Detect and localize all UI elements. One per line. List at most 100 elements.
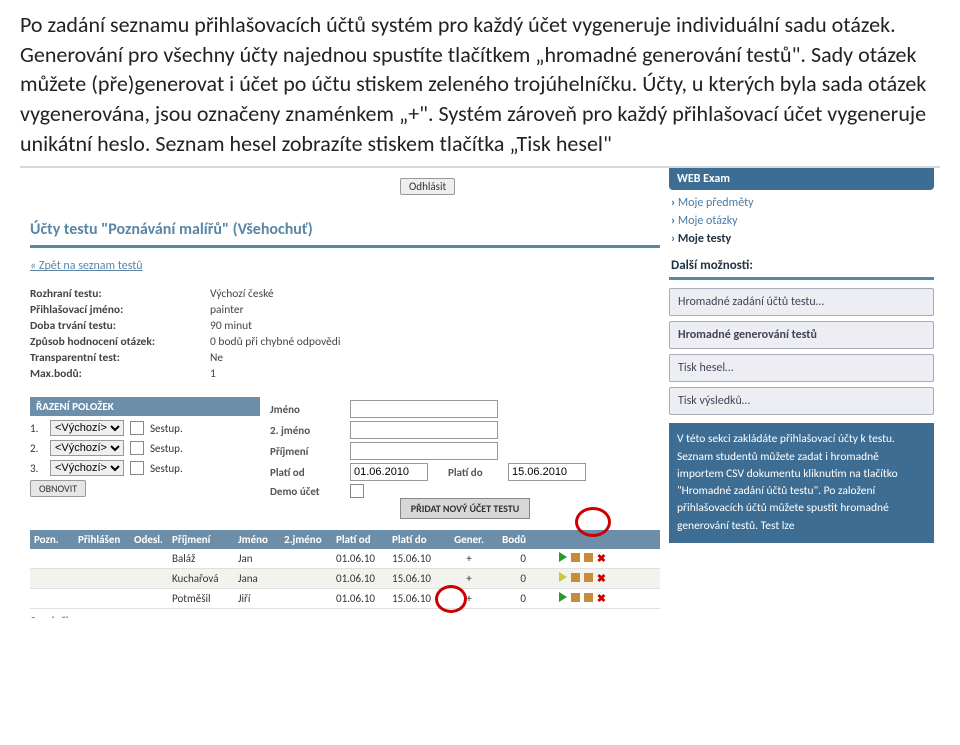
input-jmeno2[interactable]	[350, 421, 498, 439]
sidebar: WEB Exam › Moje předměty › Moje otázky ›…	[663, 168, 940, 543]
sort-desc-label: Sestup.	[150, 462, 183, 475]
cell-to: 15.06.10	[392, 572, 448, 585]
input-pdo[interactable]	[508, 463, 586, 481]
meta-key: Transparentní test:	[30, 351, 210, 365]
bulk-generate-button[interactable]: Hromadné generování testů	[669, 321, 934, 349]
refresh-button[interactable]: OBNOVIT	[30, 480, 86, 497]
meta-key: Rozhraní testu:	[30, 287, 210, 301]
meta-block: Rozhraní testu:Výchozí české Přihlašovac…	[30, 287, 660, 381]
input-jmeno[interactable]	[350, 400, 498, 418]
th-bod: Bodů	[490, 533, 526, 546]
sidebar-header: WEB Exam	[669, 168, 934, 190]
screenshot-area: Odhlásit Účty testu "Poznávání malířů" (…	[20, 166, 940, 618]
sidebar-link-tests[interactable]: › Moje testy	[669, 230, 934, 248]
sort-num: 2.	[30, 442, 44, 455]
meta-val: painter	[210, 303, 244, 317]
sort-desc-check-3[interactable]	[130, 461, 144, 475]
print-passwords-button[interactable]: Tisk hesel…	[669, 354, 934, 382]
table-row: Potměšil Jiří 01.06.10 15.06.10 + 0 ✖	[30, 589, 660, 609]
lbl-pod: Platí od	[270, 466, 350, 479]
cell-surname: Baláž	[172, 552, 238, 565]
note-icon[interactable]	[584, 573, 593, 582]
cell-from: 01.06.10	[336, 592, 392, 605]
th-pdo: Platí do	[392, 533, 448, 546]
sidebar-info: V této sekci zakládáte přihlašovací účty…	[669, 423, 934, 543]
sidebar-subtitle: Další možnosti:	[671, 258, 934, 273]
sort-panel: ŘAZENÍ POLOŽEK 1.<Výchozí>Sestup. 2.<Výc…	[30, 397, 260, 516]
back-link[interactable]: « Zpět na seznam testů	[30, 259, 143, 273]
edit-icon[interactable]	[571, 593, 580, 602]
th-ode: Odesl.	[134, 533, 172, 546]
cell-score: 0	[490, 572, 526, 585]
cell-name: Jiří	[238, 592, 284, 605]
bulk-accounts-button[interactable]: Hromadné zadání účtů testu…	[669, 288, 934, 316]
sort-num: 3.	[30, 462, 44, 475]
cell-from: 01.06.10	[336, 572, 392, 585]
print-results-button[interactable]: Tisk výsledků…	[669, 387, 934, 415]
meta-val: 1	[210, 367, 216, 381]
table-row: Baláž Jan 01.06.10 15.06.10 + 0 ✖	[30, 549, 660, 569]
generate-icon[interactable]	[559, 572, 567, 582]
cell-name: Jan	[238, 552, 284, 565]
th-jm: Jméno	[238, 533, 284, 546]
cell-gen: +	[448, 572, 490, 585]
sidebar-link-questions[interactable]: › Moje otázky	[669, 212, 934, 230]
generate-icon[interactable]	[559, 592, 567, 602]
delete-icon[interactable]: ✖	[597, 572, 606, 585]
meta-key: Max.bodů:	[30, 367, 210, 381]
lbl-demo: Demo účet	[270, 485, 350, 498]
note-icon[interactable]	[584, 593, 593, 602]
add-account-button[interactable]: PŘIDAT NOVÝ ÚČET TESTU	[400, 498, 530, 519]
divider	[669, 277, 934, 280]
input-prij[interactable]	[350, 442, 498, 460]
note-icon[interactable]	[584, 553, 593, 562]
cell-score: 0	[490, 592, 526, 605]
th-pod: Platí od	[336, 533, 392, 546]
doc-paragraph: Po zadání seznamu přihlašovacích účtů sy…	[20, 10, 940, 158]
sort-select-1[interactable]: <Výchozí>	[50, 420, 124, 436]
highlight-circle-icon	[435, 585, 467, 613]
meta-key: Způsob hodnocení otázek:	[30, 335, 210, 349]
main-panel: Účty testu "Poznávání malířů" (Všehochuť…	[20, 168, 660, 618]
cell-surname: Kuchařová	[172, 572, 238, 585]
table-header: Pozn. Přihlášen Odesl. Příjmení Jméno 2.…	[30, 530, 660, 549]
cell-name: Jana	[238, 572, 284, 585]
th-gen: Gener.	[448, 533, 490, 546]
cell-surname: Potměšil	[172, 592, 238, 605]
th-sur: Příjmení	[172, 533, 238, 546]
lbl-pdo: Platí do	[448, 466, 508, 479]
delete-icon[interactable]: ✖	[597, 552, 606, 565]
lbl-jmeno2: 2. jméno	[270, 424, 350, 437]
th-pozn: Pozn.	[34, 533, 78, 546]
cell-to: 15.06.10	[392, 552, 448, 565]
table-row: Kuchařová Jana 01.06.10 15.06.10 + 0 ✖	[30, 569, 660, 589]
meta-val: 90 minut	[210, 319, 252, 333]
sort-desc-check-1[interactable]	[130, 421, 144, 435]
sort-desc-label: Sestup.	[150, 422, 183, 435]
sort-select-3[interactable]: <Výchozí>	[50, 460, 124, 476]
lbl-prij: Příjmení	[270, 445, 350, 458]
cell-gen: +	[448, 552, 490, 565]
sort-desc-label: Sestup.	[150, 442, 183, 455]
delete-icon[interactable]: ✖	[597, 592, 606, 605]
cell-from: 01.06.10	[336, 552, 392, 565]
meta-val: Výchozí české	[210, 287, 274, 301]
generate-icon[interactable]	[559, 552, 567, 562]
sort-select-2[interactable]: <Výchozí>	[50, 440, 124, 456]
edit-icon[interactable]	[571, 553, 580, 562]
cell-score: 0	[490, 552, 526, 565]
row-count: 3 položky	[30, 615, 660, 618]
meta-val: 0 bodů při chybné odpovědi	[210, 335, 340, 349]
input-pod[interactable]	[350, 463, 428, 481]
sort-desc-check-2[interactable]	[130, 441, 144, 455]
edit-icon[interactable]	[571, 573, 580, 582]
lbl-jmeno: Jméno	[270, 403, 350, 416]
th-j2: 2.jméno	[284, 533, 336, 546]
meta-key: Přihlašovací jméno:	[30, 303, 210, 317]
sidebar-link-subjects[interactable]: › Moje předměty	[669, 194, 934, 212]
meta-key: Doba trvání testu:	[30, 319, 210, 333]
add-form: Jméno 2. jméno Příjmení Platí od Platí do…	[270, 397, 660, 516]
demo-check[interactable]	[350, 484, 364, 498]
page-title: Účty testu "Poznávání malířů" (Všehochuť…	[30, 220, 660, 239]
divider	[30, 245, 660, 248]
